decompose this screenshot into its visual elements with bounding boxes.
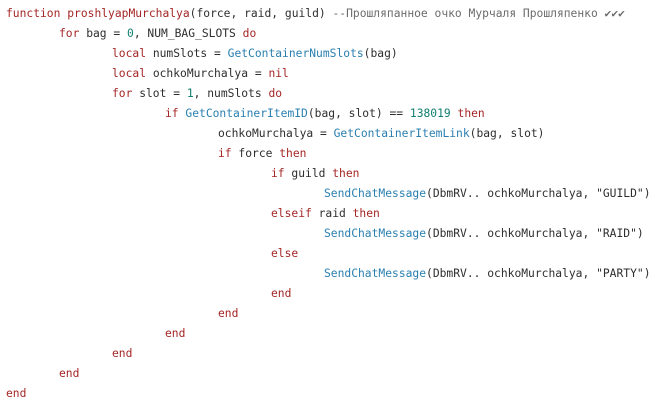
code-line: for bag = 0, NUM_BAG_SLOTS do	[6, 24, 651, 44]
code-token: 0	[127, 27, 134, 40]
code-token: "PARTY"	[596, 267, 644, 280]
code-token: , numSlots	[193, 87, 269, 100]
code-line: end	[6, 384, 651, 404]
code-token: do	[242, 27, 257, 40]
code-line: function proshlyapMurchalya(force, raid,…	[6, 4, 651, 24]
code-token: )	[636, 227, 644, 240]
code-line: if guild then	[6, 164, 651, 184]
code-token: if	[165, 107, 179, 120]
code-token: 138019	[409, 107, 451, 120]
code-token: "RAID"	[596, 227, 637, 240]
code-line: end	[6, 304, 651, 324]
code-token: GetContainerItemID	[185, 107, 308, 120]
code-token: numSlots =	[146, 47, 228, 60]
code-token: if	[218, 147, 232, 160]
code-token: then	[332, 167, 360, 180]
code-token: nil	[268, 67, 289, 80]
code-token: (bag)	[363, 47, 398, 60]
code-token: then	[352, 207, 380, 220]
code-line: end	[6, 364, 651, 384]
code-token: end	[6, 387, 27, 400]
code-token: for	[112, 87, 133, 100]
code-token: SendChatMessage	[324, 227, 427, 240]
code-line: elseif raid then	[6, 204, 651, 224]
code-token: (force, raid, guild)	[189, 7, 333, 20]
code-token: end	[271, 287, 292, 300]
code-line: else	[6, 244, 651, 264]
code-token: function	[6, 7, 61, 20]
code-token: end	[218, 307, 239, 320]
code-token: then	[457, 107, 485, 120]
code-token: for	[59, 27, 80, 40]
code-token: guild	[284, 167, 333, 180]
code-token: GetContainerNumSlots	[227, 47, 364, 60]
code-token: )	[643, 187, 651, 200]
code-line: if force then	[6, 144, 651, 164]
code-token: "GUILD"	[596, 187, 644, 200]
code-token: (DbmRV.. ochkoMurchalya,	[426, 267, 597, 280]
code-token: end	[165, 327, 186, 340]
code-line: local numSlots = GetContainerNumSlots(ba…	[6, 44, 651, 64]
code-line: SendChatMessage(DbmRV.. ochkoMurchalya, …	[6, 184, 651, 204]
code-token: bag =	[79, 27, 128, 40]
code-token: local	[112, 47, 147, 60]
code-token: elseif	[271, 207, 312, 220]
code-token: proshlyapMurchalya	[67, 7, 190, 20]
code-token: do	[268, 87, 283, 100]
code-token: (DbmRV.. ochkoMurchalya,	[426, 227, 597, 240]
code-line: if GetContainerItemID(bag, slot) == 1380…	[6, 104, 651, 124]
code-token: raid	[311, 207, 353, 220]
code-line: ochkoMurchalya = GetContainerItemLink(ba…	[6, 124, 651, 144]
code-token: (DbmRV.. ochkoMurchalya,	[426, 187, 597, 200]
code-token: else	[271, 247, 299, 260]
code-token: end	[59, 367, 80, 380]
code-token: --Прошляпанное очко Мурчаля Прошляпенко …	[332, 7, 625, 20]
code-token: (bag, slot)	[469, 127, 545, 140]
code-token: end	[112, 347, 133, 360]
code-line: end	[6, 284, 651, 304]
code-line: end	[6, 344, 651, 364]
code-token: force	[231, 147, 280, 160]
code-token: (bag, slot) ==	[307, 107, 410, 120]
code-token: , NUM_BAG_SLOTS	[133, 27, 243, 40]
code-token: ochkoMurchalya =	[146, 67, 269, 80]
code-token: if	[271, 167, 285, 180]
code-token: ochkoMurchalya =	[218, 127, 334, 140]
code-line: SendChatMessage(DbmRV.. ochkoMurchalya, …	[6, 264, 651, 284]
code-token: slot =	[132, 87, 187, 100]
code-token: local	[112, 67, 147, 80]
code-token: SendChatMessage	[324, 267, 427, 280]
code-line: local ochkoMurchalya = nil	[6, 64, 651, 84]
code-line: for slot = 1, numSlots do	[6, 84, 651, 104]
code-line: SendChatMessage(DbmRV.. ochkoMurchalya, …	[6, 224, 651, 244]
code-block: function proshlyapMurchalya(force, raid,…	[6, 4, 651, 404]
code-token: GetContainerItemLink	[333, 127, 470, 140]
code-token: 1	[186, 87, 194, 100]
code-token: SendChatMessage	[324, 187, 427, 200]
code-token: then	[279, 147, 307, 160]
code-line: end	[6, 324, 651, 344]
code-token: )	[643, 267, 651, 280]
